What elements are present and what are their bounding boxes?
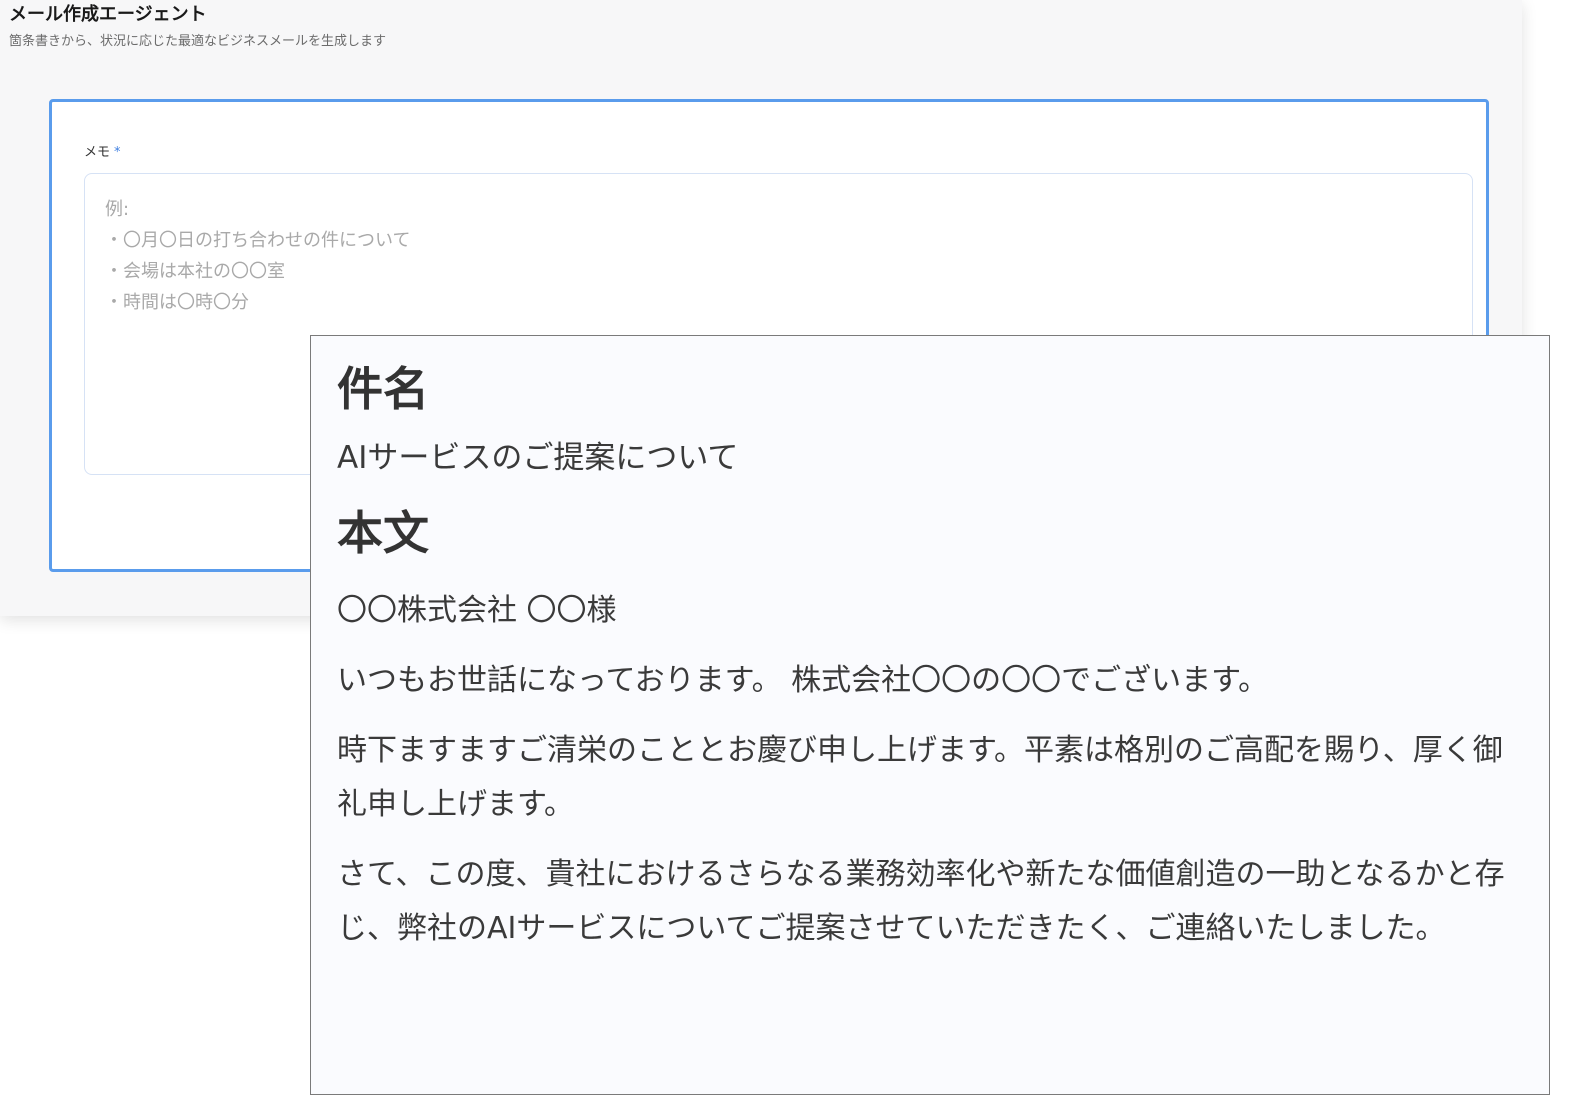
required-mark: * (114, 145, 121, 160)
app-title: メール作成エージェント (9, 4, 207, 25)
app-subtitle: 箇条書きから、状況に応じた最適なビジネスメールを生成します (9, 34, 387, 49)
body-purpose: さて、この度、貴社におけるさらなる業務効率化や新たな価値創造の一助となるかと存じ… (337, 857, 1505, 946)
body-seasonal-greeting: 時下ますますご清栄のこととお慶び申し上げます。平素は格別のご高配を賜り、厚く御礼… (337, 733, 1503, 822)
memo-field-label: メモ * (84, 144, 121, 162)
generated-email-panel: 件名 AIサービスのご提案について 本文 〇〇株式会社 〇〇様 いつもお世話にな… (310, 335, 1550, 1095)
body-greeting: いつもお世話になっております。 株式会社〇〇の〇〇でございます。 (337, 663, 1269, 698)
email-subject: AIサービスのご提案について (337, 440, 739, 476)
body-heading: 本文 (337, 506, 429, 560)
subject-heading: 件名 (337, 362, 429, 416)
memo-label-text: メモ (84, 145, 111, 160)
body-recipient: 〇〇株式会社 〇〇様 (337, 593, 617, 628)
